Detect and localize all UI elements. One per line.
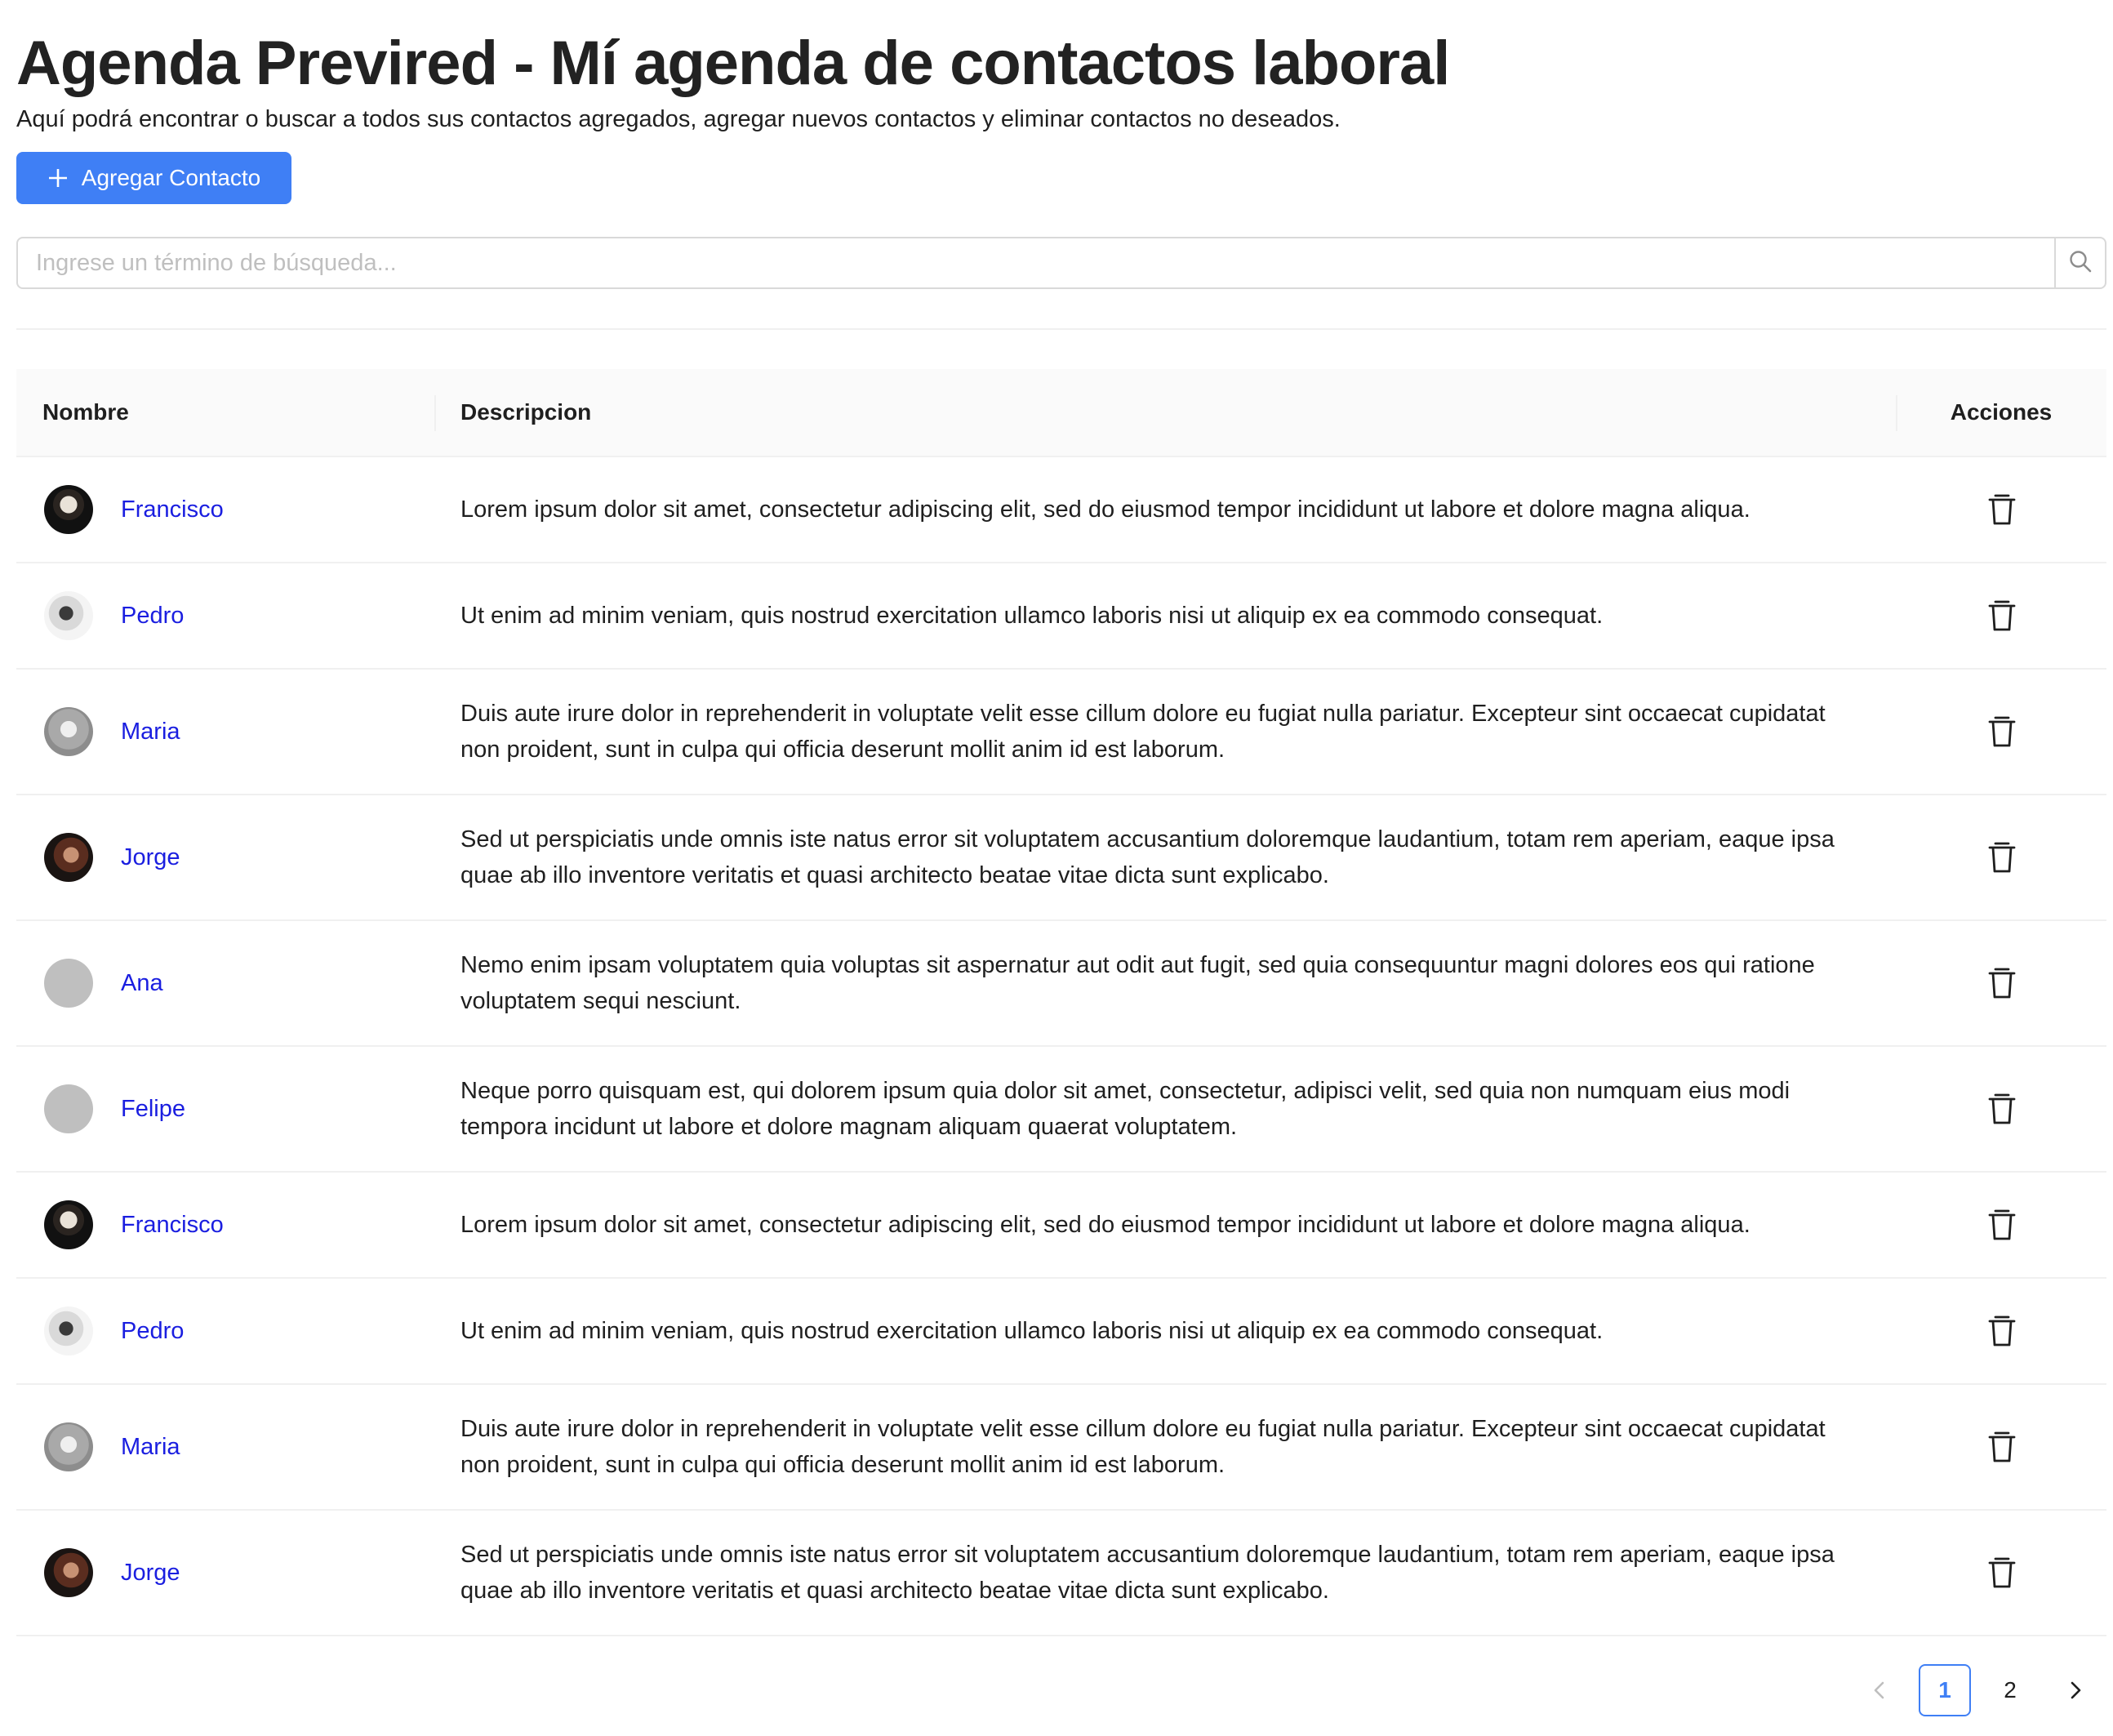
contact-name-link[interactable]: Francisco [121,496,224,523]
trash-icon[interactable] [1986,1091,2018,1127]
avatar [44,1548,93,1597]
plus-icon [47,167,69,189]
table-row: Felipe Neque porro quisquam est, qui dol… [16,1047,2106,1173]
contact-description: Neque porro quisquam est, qui dolorem ip… [460,1078,1790,1140]
table-row: Maria Duis aute irure dolor in reprehend… [16,670,2106,795]
contact-name-link[interactable]: Maria [121,719,180,746]
divider [16,328,2106,330]
search-icon [2068,249,2093,278]
add-contact-label: Agregar Contacto [81,165,261,190]
chevron-left-icon[interactable] [1853,1664,1906,1716]
column-header-name: Nombre [42,399,129,425]
table-row: Maria Duis aute irure dolor in reprehend… [16,1385,2106,1511]
avatar [44,1084,93,1133]
add-contact-button[interactable]: Agregar Contacto [16,152,291,204]
page-subtitle: Aquí podrá encontrar o buscar a todos su… [16,106,1341,132]
table-row: Francisco Lorem ipsum dolor sit amet, co… [16,457,2106,563]
trash-icon[interactable] [1986,1207,2018,1243]
table-row: Francisco Lorem ipsum dolor sit amet, co… [16,1173,2106,1279]
trash-icon[interactable] [1986,714,2018,750]
table-row: Pedro Ut enim ad minim veniam, quis nost… [16,563,2106,670]
contact-name-link[interactable]: Ana [121,970,163,997]
avatar [44,707,93,756]
table-body: Francisco Lorem ipsum dolor sit amet, co… [16,457,2106,1636]
trash-icon[interactable] [1986,492,2018,527]
avatar [44,591,93,640]
contact-description: Lorem ipsum dolor sit amet, consectetur … [460,1212,1750,1238]
avatar [44,485,93,534]
column-separator [434,395,436,431]
table-row: Pedro Ut enim ad minim veniam, quis nost… [16,1279,2106,1385]
page-title: Agenda Previred - Mí agenda de contactos… [16,29,1450,98]
contact-description: Duis aute irure dolor in reprehenderit i… [460,701,1826,763]
table-row: Jorge Sed ut perspiciatis unde omnis ist… [16,1511,2106,1636]
pagination: 1 2 [1853,1664,2113,1716]
trash-icon[interactable] [1986,965,2018,1001]
trash-icon[interactable] [1986,598,2018,634]
avatar [44,1200,93,1249]
contact-name-link[interactable]: Francisco [121,1212,224,1239]
trash-icon[interactable] [1986,1429,2018,1465]
avatar [44,833,93,882]
trash-icon[interactable] [1986,1313,2018,1349]
search-bar [16,237,2106,289]
page-1-button[interactable]: 1 [1919,1664,1971,1716]
avatar [44,1422,93,1471]
chevron-right-icon[interactable] [2049,1664,2102,1716]
contact-description: Nemo enim ipsam voluptatem quia voluptas… [460,952,1815,1014]
contact-description: Ut enim ad minim veniam, quis nostrud ex… [460,603,1604,629]
contact-name-link[interactable]: Jorge [121,844,180,871]
contact-name-link[interactable]: Felipe [121,1096,185,1123]
contact-name-link[interactable]: Pedro [121,603,184,630]
contact-name-link[interactable]: Maria [121,1434,180,1461]
column-header-actions: Acciones [1950,399,2053,425]
contact-name-link[interactable]: Jorge [121,1560,180,1587]
table-row: Ana Nemo enim ipsam voluptatem quia volu… [16,921,2106,1047]
contact-description: Duis aute irure dolor in reprehenderit i… [460,1416,1826,1478]
trash-icon[interactable] [1986,839,2018,875]
contact-name-link[interactable]: Pedro [121,1318,184,1345]
contact-description: Sed ut perspiciatis unde omnis iste natu… [460,826,1835,888]
avatar [44,959,93,1008]
contact-description: Ut enim ad minim veniam, quis nostrud ex… [460,1318,1604,1344]
contacts-page: Agenda Previred - Mí agenda de contactos… [0,0,2113,1736]
contacts-table: Nombre Descripcion Acciones Francisco Lo… [16,369,2106,1636]
trash-icon[interactable] [1986,1555,2018,1591]
avatar [44,1306,93,1355]
contact-description: Sed ut perspiciatis unde omnis iste natu… [460,1542,1835,1604]
column-header-description: Descripcion [460,399,592,425]
contact-description: Lorem ipsum dolor sit amet, consectetur … [460,496,1750,523]
search-button[interactable] [2054,238,2105,287]
table-header: Nombre Descripcion Acciones [16,369,2106,457]
page-2-button[interactable]: 2 [1984,1664,2036,1716]
table-row: Jorge Sed ut perspiciatis unde omnis ist… [16,795,2106,921]
search-input[interactable] [18,238,2054,287]
